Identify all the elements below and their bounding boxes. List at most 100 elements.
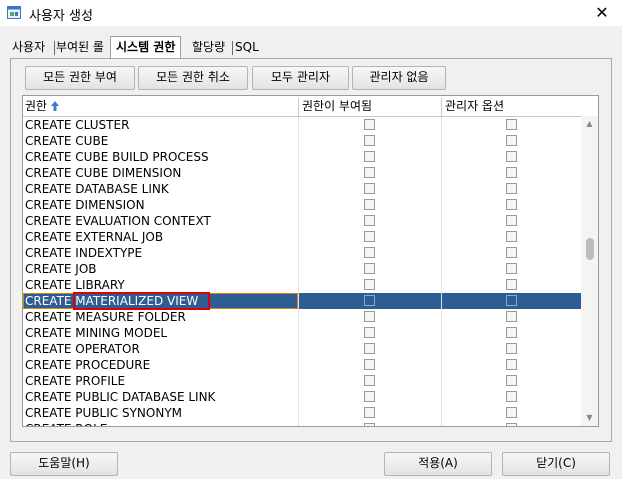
column-header-admin-option[interactable]: 관리자 옵션 [443,96,504,116]
granted-checkbox[interactable] [364,343,375,354]
column-divider [298,325,299,341]
granted-checkbox[interactable] [364,151,375,162]
column-divider [441,181,442,197]
table-row[interactable]: CREATE DATABASE LINK [23,181,581,197]
admin-option-checkbox[interactable] [506,359,517,370]
column-divider [441,149,442,165]
admin-option-checkbox[interactable] [506,199,517,210]
tab-system-privileges[interactable]: 시스템 권한 [110,36,182,59]
table-row[interactable]: CREATE ROLE [23,421,581,426]
apply-button[interactable]: 적용(A) [384,452,492,476]
table-row[interactable]: CREATE MEASURE FOLDER [23,309,581,325]
table-row[interactable]: CREATE MINING MODEL [23,325,581,341]
granted-checkbox[interactable] [364,231,375,242]
table-row[interactable]: CREATE PUBLIC DATABASE LINK [23,389,581,405]
scroll-up-icon[interactable]: ▲ [581,116,598,132]
column-header-granted[interactable]: 권한이 부여됨 [300,96,372,116]
table-row[interactable]: CREATE JOB [23,261,581,277]
column-divider [298,117,299,133]
admin-option-checkbox[interactable] [506,183,517,194]
table-row[interactable]: CREATE PROCEDURE [23,357,581,373]
granted-checkbox[interactable] [364,295,375,306]
tab-divider [54,41,55,55]
tab-sql[interactable]: SQL [235,38,259,58]
admin-option-checkbox[interactable] [506,311,517,322]
table-row[interactable]: CREATE DIMENSION [23,197,581,213]
granted-checkbox[interactable] [364,423,375,426]
vertical-scrollbar[interactable]: ▲ ▼ [581,116,598,426]
granted-checkbox[interactable] [364,215,375,226]
granted-checkbox[interactable] [364,311,375,322]
table-row[interactable]: CREATE CUBE [23,133,581,149]
admin-option-checkbox[interactable] [506,119,517,130]
column-divider [298,341,299,357]
admin-option-checkbox[interactable] [506,167,517,178]
admin-option-checkbox[interactable] [506,231,517,242]
table-row[interactable]: CREATE EVALUATION CONTEXT [23,213,581,229]
granted-checkbox[interactable] [364,263,375,274]
table-row[interactable]: CREATE PUBLIC SYNONYM [23,405,581,421]
admin-option-checkbox[interactable] [506,423,517,426]
column-divider [441,197,442,213]
column-divider [441,357,442,373]
table-row[interactable]: CREATE CUBE BUILD PROCESS [23,149,581,165]
admin-option-checkbox[interactable] [506,151,517,162]
privilege-name: CREATE CLUSTER [25,118,130,132]
column-header-privilege[interactable]: 권한 [23,96,60,116]
granted-checkbox[interactable] [364,167,375,178]
scroll-down-icon[interactable]: ▼ [581,410,598,426]
admin-option-checkbox[interactable] [506,375,517,386]
tab-quotas[interactable]: 할당량 [192,38,225,58]
granted-checkbox[interactable] [364,279,375,290]
admin-option-checkbox[interactable] [506,327,517,338]
privilege-name: CREATE CUBE BUILD PROCESS [25,150,209,164]
revoke-all-button[interactable]: 모든 권한 취소 [138,66,248,90]
privilege-name: CREATE INDEXTYPE [25,246,143,260]
column-divider [298,309,299,325]
table-row[interactable]: CREATE PROFILE [23,373,581,389]
app-icon [7,6,21,19]
table-row[interactable]: CREATE OPERATOR [23,341,581,357]
close-icon[interactable]: ✕ [582,0,622,26]
scroll-thumb[interactable] [586,238,594,260]
admin-option-checkbox[interactable] [506,263,517,274]
column-divider [441,293,442,309]
granted-checkbox[interactable] [364,135,375,146]
help-button[interactable]: 도움말(H) [10,452,118,476]
granted-checkbox[interactable] [364,359,375,370]
admin-option-checkbox[interactable] [506,407,517,418]
granted-checkbox[interactable] [364,183,375,194]
admin-option-checkbox[interactable] [506,391,517,402]
window-title: 사용자 생성 [29,9,93,24]
table-row[interactable]: CREATE INDEXTYPE [23,245,581,261]
admin-option-checkbox[interactable] [506,295,517,306]
admin-option-checkbox[interactable] [506,135,517,146]
admin-option-checkbox[interactable] [506,247,517,258]
admin-option-checkbox[interactable] [506,343,517,354]
column-divider [298,245,299,261]
privilege-name: CREATE EVALUATION CONTEXT [25,214,211,228]
table-row[interactable]: CREATE CLUSTER [23,117,581,133]
granted-checkbox[interactable] [364,391,375,402]
no-admin-button[interactable]: 관리자 없음 [352,66,446,90]
privilege-name: CREATE CUBE DIMENSION [25,166,182,180]
column-divider [441,229,442,245]
granted-checkbox[interactable] [364,407,375,418]
column-divider [298,149,299,165]
grant-all-button[interactable]: 모든 권한 부여 [25,66,135,90]
granted-checkbox[interactable] [364,247,375,258]
close-button[interactable]: 닫기(C) [502,452,610,476]
tab-user[interactable]: 사용자 [12,38,45,58]
granted-checkbox[interactable] [364,375,375,386]
all-admin-button[interactable]: 모두 관리자 [252,66,349,90]
granted-checkbox[interactable] [364,199,375,210]
table-row[interactable]: CREATE EXTERNAL JOB [23,229,581,245]
column-divider [441,245,442,261]
table-row[interactable]: CREATE LIBRARY [23,277,581,293]
granted-checkbox[interactable] [364,119,375,130]
admin-option-checkbox[interactable] [506,215,517,226]
granted-checkbox[interactable] [364,327,375,338]
tab-granted-roles[interactable]: 부여된 롤 [56,38,104,58]
admin-option-checkbox[interactable] [506,279,517,290]
table-row[interactable]: CREATE CUBE DIMENSION [23,165,581,181]
